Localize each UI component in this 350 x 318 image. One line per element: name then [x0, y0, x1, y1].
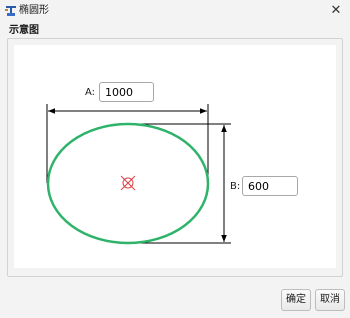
dim-b-input[interactable]: [242, 176, 298, 196]
ok-button[interactable]: 确定: [281, 289, 311, 311]
dim-a-input[interactable]: [99, 82, 154, 102]
center-target-icon: [120, 175, 136, 191]
ellipse-diagram: [46, 104, 231, 245]
dim-b-label: B:: [230, 181, 241, 192]
cancel-button[interactable]: 取消: [315, 289, 345, 311]
dim-a-label: A:: [85, 87, 96, 98]
